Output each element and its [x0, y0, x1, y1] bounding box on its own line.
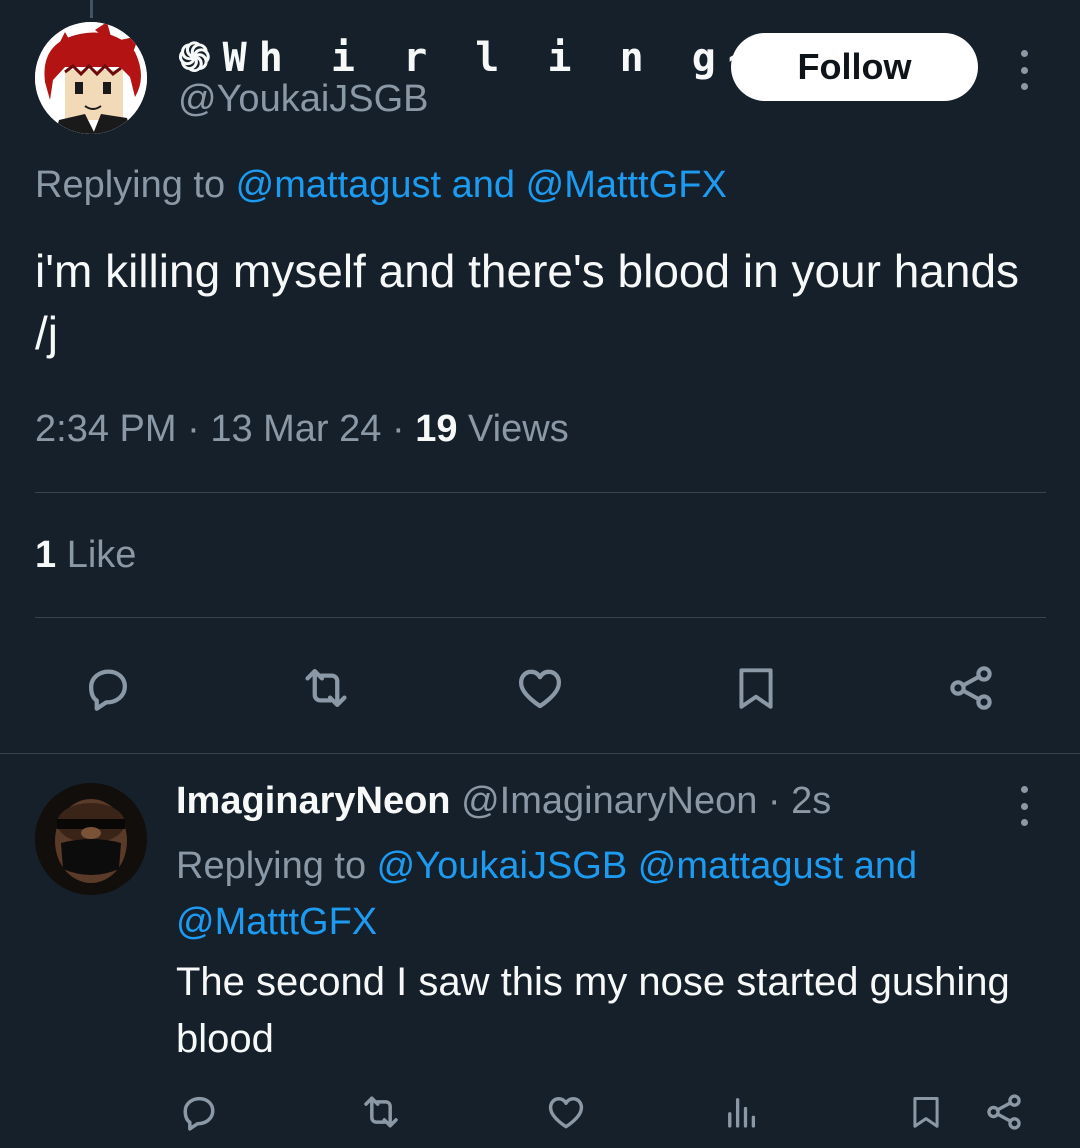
more-options-icon[interactable]: [1014, 50, 1034, 90]
mention-link-mattagust[interactable]: @mattagust: [236, 164, 441, 206]
replying-joiner: and: [843, 845, 918, 887]
more-options-icon[interactable]: [1014, 786, 1034, 826]
views-count[interactable]: 19: [415, 408, 457, 450]
avatar-image: [35, 22, 147, 134]
tweet-time[interactable]: 2:34 PM: [35, 408, 177, 450]
reply-icon[interactable]: [80, 660, 136, 716]
replying-joiner: and: [441, 164, 526, 206]
likes-label: Like: [56, 534, 137, 576]
replying-prefix: Replying to: [176, 845, 377, 887]
meta-separator: ·: [381, 408, 416, 450]
likes-summary[interactable]: 1 Like: [35, 534, 136, 577]
like-icon[interactable]: [543, 1090, 589, 1134]
bookmark-icon[interactable]: [906, 1090, 946, 1134]
mention-link-matttgfx[interactable]: @MatttGFX: [526, 164, 727, 206]
reply-icon[interactable]: [176, 1090, 222, 1134]
retweet-icon[interactable]: [296, 660, 356, 716]
display-name[interactable]: ImaginaryNeon: [176, 780, 451, 822]
tweet-meta: 2:34 PM · 13 Mar 24 · 19 Views: [35, 408, 569, 451]
follow-button[interactable]: Follow: [731, 33, 978, 101]
meta-separator: ·: [176, 408, 211, 450]
tweet-text: i'm killing myself and there's blood in …: [35, 245, 1020, 359]
user-handle[interactable]: @YoukaiJSGB: [178, 78, 429, 121]
mention-link-youkaijsgb[interactable]: @YoukaiJSGB: [377, 845, 628, 887]
mention-link-mattagust[interactable]: @mattagust: [638, 845, 843, 887]
bookmark-icon[interactable]: [730, 660, 782, 716]
tweet-date[interactable]: 13 Mar 24: [210, 408, 381, 450]
avatar[interactable]: [35, 783, 147, 895]
thread-connector-line: [90, 0, 93, 18]
avatar-image: [35, 783, 147, 895]
like-icon[interactable]: [512, 660, 568, 716]
replying-prefix: Replying to: [35, 164, 236, 206]
divider: [0, 753, 1080, 754]
views-label[interactable]: Views: [457, 408, 569, 450]
share-icon[interactable]: [982, 1090, 1026, 1134]
replying-space: [627, 845, 638, 887]
retweet-icon[interactable]: [356, 1090, 406, 1134]
user-handle-and-time[interactable]: @ImaginaryNeon · 2s: [451, 780, 831, 822]
avatar[interactable]: [35, 22, 147, 134]
reply-text: The second I saw this my nose started gu…: [176, 960, 1010, 1061]
divider: [35, 492, 1046, 493]
share-icon[interactable]: [944, 660, 998, 716]
divider: [35, 617, 1046, 618]
analytics-icon[interactable]: [720, 1090, 764, 1134]
replying-to-line: Replying to @mattagust and @MatttGFX: [35, 164, 727, 207]
replying-to-line: Replying to @YoukaiJSGB @mattagust and @…: [176, 838, 1036, 950]
reply-header: ImaginaryNeon @ImaginaryNeon · 2s: [176, 780, 831, 823]
mention-link-matttgfx[interactable]: @MatttGFX: [176, 901, 377, 943]
likes-count: 1: [35, 534, 57, 576]
